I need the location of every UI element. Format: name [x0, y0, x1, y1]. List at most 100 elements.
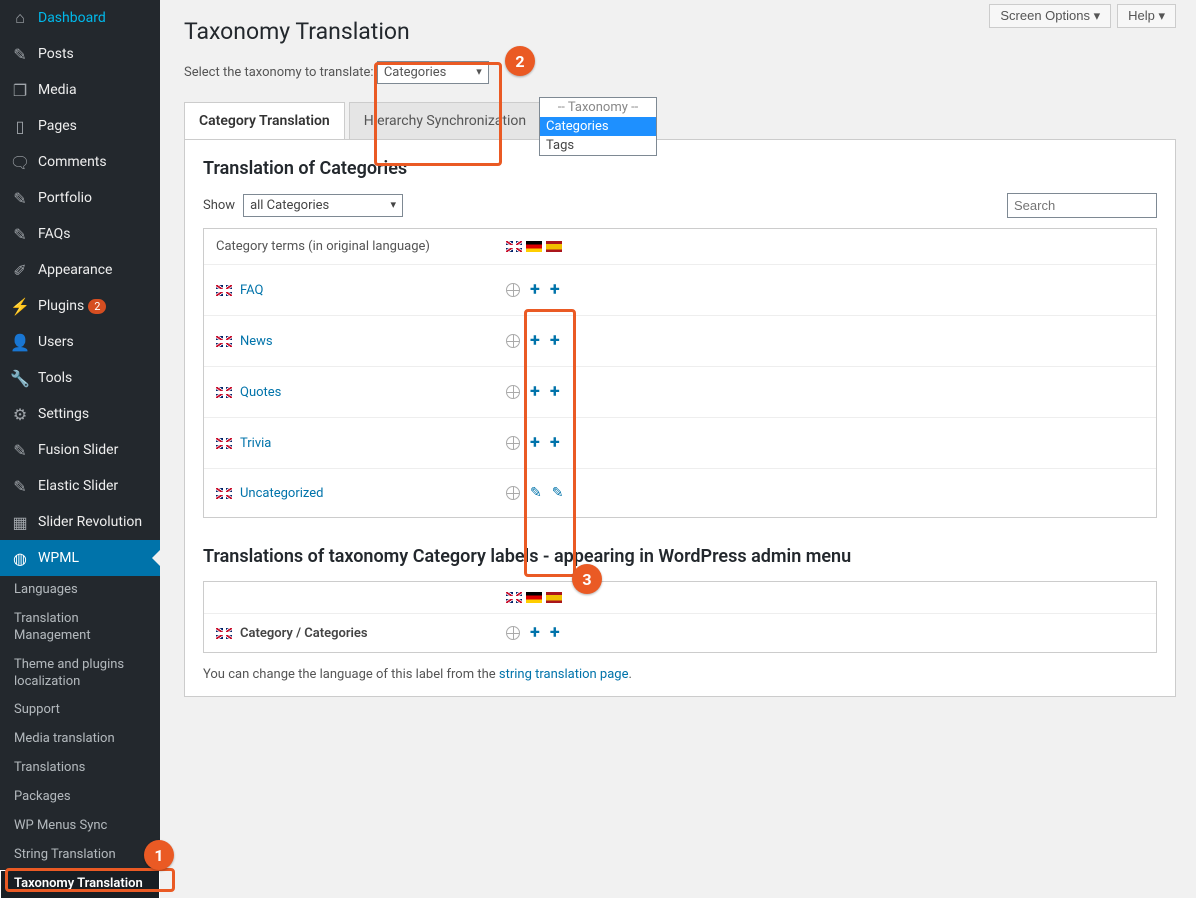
sidebar-item-elastic-slider[interactable]: ✎Elastic Slider: [0, 468, 160, 504]
dropdown-option-categories[interactable]: Categories: [540, 117, 656, 136]
subitem-translations[interactable]: Translations: [0, 754, 160, 783]
add-translation-button[interactable]: +: [530, 434, 540, 452]
sidebar-item-pages[interactable]: ▯ Pages: [0, 108, 160, 144]
help-button[interactable]: Help ▾: [1117, 4, 1176, 28]
labels-table: Category / Categories + +: [203, 581, 1157, 653]
flag-es-icon: [546, 592, 562, 603]
wrench-icon: 🔧: [10, 368, 30, 388]
plug-icon: ⚡: [10, 296, 30, 316]
sidebar-item-slider-revolution[interactable]: ▦ Slider Revolution: [0, 504, 160, 540]
subitem-languages[interactable]: Languages: [0, 576, 160, 605]
header-terms: Category terms (in original language): [216, 239, 506, 254]
sidebar-item-appearance[interactable]: ✐Appearance: [0, 252, 160, 288]
subitem-media-translation[interactable]: Media translation: [0, 725, 160, 754]
annotation-balloon-3: 3: [572, 564, 602, 594]
screen-options-button[interactable]: Screen Options ▾: [989, 4, 1111, 28]
sidebar-item-dashboard[interactable]: ⌂Dashboard: [0, 0, 160, 36]
label: Portfolio: [38, 190, 92, 206]
add-translation-button[interactable]: +: [550, 434, 560, 452]
flag-uk-icon: [506, 241, 522, 252]
sidebar-item-portfolio[interactable]: ✎Portfolio: [0, 180, 160, 216]
flag-de-icon: [526, 241, 542, 252]
category-link[interactable]: Trivia: [240, 436, 271, 451]
string-translation-link[interactable]: string translation page: [499, 667, 629, 682]
globe-icon: [506, 334, 520, 348]
pin-icon: ✎: [10, 440, 30, 460]
subitem-wp-menus-sync[interactable]: WP Menus Sync: [0, 812, 160, 841]
add-translation-button[interactable]: +: [530, 383, 540, 401]
globe-icon: [506, 626, 520, 640]
edit-translation-button[interactable]: ✎: [530, 485, 542, 501]
annotation-balloon-2: 2: [505, 46, 535, 76]
flag-uk-icon: [216, 387, 232, 398]
subitem-packages[interactable]: Packages: [0, 783, 160, 812]
label: Users: [38, 334, 74, 350]
add-translation-button[interactable]: +: [550, 383, 560, 401]
sidebar-item-posts[interactable]: ✎Posts: [0, 36, 160, 72]
taxonomy-select-row: Select the taxonomy to translate: Catego…: [180, 55, 1176, 102]
edit-translation-button[interactable]: ✎: [552, 485, 564, 501]
show-label: Show: [203, 198, 235, 213]
label: Pages: [38, 118, 77, 134]
subitem-translation-management[interactable]: Translation Management: [0, 605, 160, 651]
label: Comments: [38, 154, 107, 170]
panel: Translation of Categories Show all Categ…: [184, 140, 1176, 697]
categories-table: Category terms (in original language) FA…: [203, 228, 1157, 518]
add-translation-button[interactable]: +: [530, 281, 540, 299]
table-row: News + +: [204, 316, 1156, 367]
flag-uk-icon: [216, 336, 232, 347]
tab-category-translation[interactable]: Category Translation: [184, 102, 345, 139]
label: Plugins: [38, 298, 84, 314]
user-icon: 👤: [10, 332, 30, 352]
sidebar-item-wpml[interactable]: ◍ WPML: [0, 540, 160, 576]
grid-icon: ▦: [10, 512, 30, 532]
media-icon: ❐: [10, 80, 30, 100]
taxonomy-select[interactable]: Categories: [377, 61, 489, 84]
label: Slider Revolution: [38, 514, 142, 530]
pin-icon: ✎: [10, 224, 30, 244]
category-link[interactable]: Quotes: [240, 385, 281, 400]
dropdown-option-tags[interactable]: Tags: [540, 136, 656, 155]
globe-icon: [506, 486, 520, 500]
subitem-theme-localization[interactable]: Theme and plugins localization: [0, 651, 160, 697]
labels-header: [204, 582, 1156, 614]
label: Tools: [38, 370, 72, 386]
page-icon: ▯: [10, 116, 30, 136]
main-content: Screen Options ▾ Help ▾ Taxonomy Transla…: [160, 0, 1196, 898]
add-translation-button[interactable]: +: [530, 332, 540, 350]
sidebar-item-media[interactable]: ❐Media: [0, 72, 160, 108]
label: Posts: [38, 46, 74, 62]
table-row: Trivia + +: [204, 418, 1156, 469]
flag-uk-icon: [216, 628, 232, 639]
footnote: You can change the language of this labe…: [203, 667, 1157, 682]
sidebar-item-plugins[interactable]: ⚡Plugins2: [0, 288, 160, 324]
sidebar-item-tools[interactable]: 🔧 Tools: [0, 360, 160, 396]
add-translation-button[interactable]: +: [550, 332, 560, 350]
add-translation-de-button[interactable]: +: [530, 624, 540, 642]
subitem-support[interactable]: Support: [0, 696, 160, 725]
sidebar-item-comments[interactable]: 🗨 Comments: [0, 144, 160, 180]
sidebar-item-faqs[interactable]: ✎FAQs: [0, 216, 160, 252]
label-row: Category / Categories + +: [204, 614, 1156, 652]
search-input[interactable]: [1007, 193, 1157, 218]
category-link[interactable]: Uncategorized: [240, 486, 323, 501]
show-filter-select[interactable]: all Categories: [243, 194, 403, 217]
tab-bar: Category Translation Hierarchy Synchroni…: [184, 102, 1176, 140]
globe-icon: ◍: [10, 548, 30, 568]
sidebar-item-fusion-slider[interactable]: ✎Fusion Slider: [0, 432, 160, 468]
add-translation-button[interactable]: +: [550, 281, 560, 299]
comment-icon: 🗨: [10, 152, 30, 172]
sidebar-item-users[interactable]: 👤 Users: [0, 324, 160, 360]
dropdown-option-header: -- Taxonomy --: [540, 98, 656, 117]
category-link[interactable]: FAQ: [240, 283, 263, 298]
annotation-balloon-1: 1: [144, 840, 174, 870]
label: WPML: [38, 550, 79, 566]
gear-icon: ⚙: [10, 404, 30, 424]
subitem-taxonomy-translation[interactable]: Taxonomy Translation: [0, 870, 160, 898]
category-link[interactable]: News: [240, 334, 273, 349]
tab-hierarchy-sync[interactable]: Hierarchy Synchronization: [349, 102, 541, 139]
globe-icon: [506, 385, 520, 399]
add-translation-es-button[interactable]: +: [550, 624, 560, 642]
subitem-string-translation[interactable]: String Translation: [0, 841, 160, 870]
sidebar-item-settings[interactable]: ⚙Settings: [0, 396, 160, 432]
